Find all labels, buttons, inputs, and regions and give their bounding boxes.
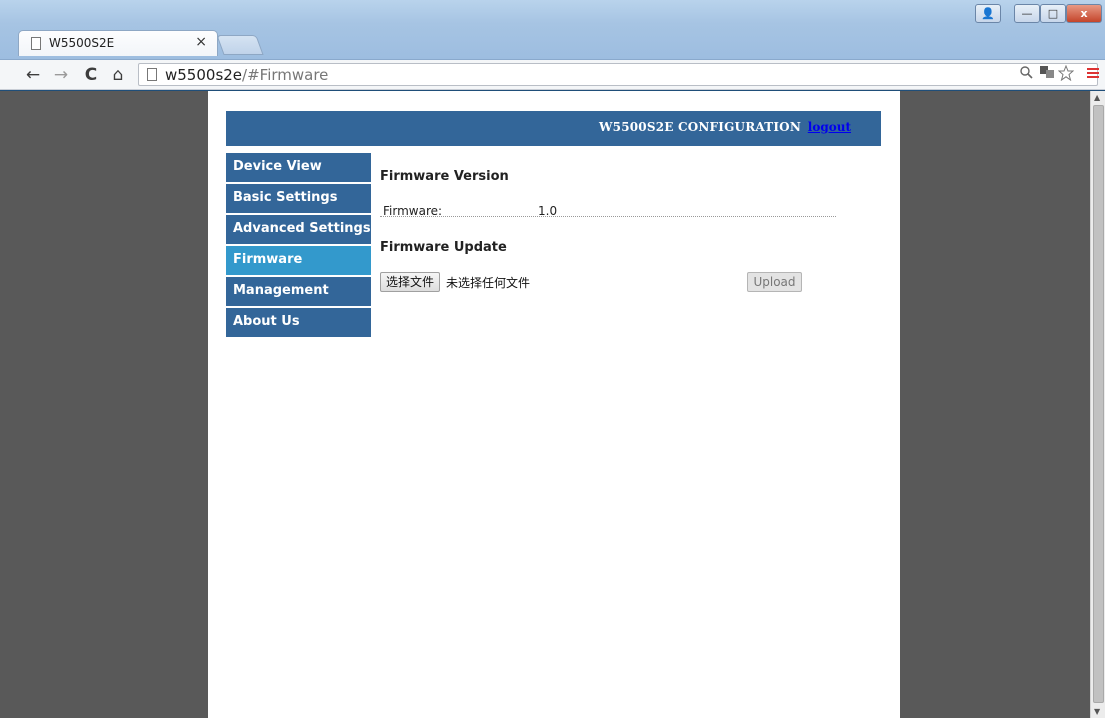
upload-button[interactable]: Upload	[747, 272, 802, 292]
file-status-text: 未选择任何文件	[446, 276, 531, 290]
sidebar-item-device-view[interactable]: Device View	[226, 153, 371, 182]
firmware-label: Firmware:	[383, 204, 443, 218]
url-text[interactable]: w5500s2e/#Firmware	[165, 66, 328, 84]
firmware-update-heading: Firmware Update	[380, 240, 507, 255]
scroll-up-icon[interactable]: ▲	[1094, 93, 1100, 102]
firmware-version-heading: Firmware Version	[380, 169, 509, 184]
back-icon[interactable]: ←	[22, 64, 44, 86]
firmware-info-row: Firmware: 1.0	[380, 202, 836, 218]
sidebar-item-management[interactable]: Management	[226, 277, 371, 306]
star-icon[interactable]	[1057, 64, 1075, 85]
home-icon[interactable]: ⌂	[107, 64, 129, 86]
page-icon	[147, 68, 157, 81]
url-host: w5500s2e	[165, 66, 243, 84]
sidebar-item-advanced-settings[interactable]: Advanced Settings	[226, 215, 371, 244]
forward-icon[interactable]: →	[50, 64, 72, 86]
menu-icon[interactable]	[1087, 65, 1099, 84]
vertical-scrollbar[interactable]: ▲ ▼	[1090, 91, 1105, 718]
tab-title: W5500S2E	[49, 36, 115, 50]
choose-file-button[interactable]: 选择文件	[380, 272, 441, 292]
close-button[interactable]: x	[1066, 4, 1102, 23]
browser-toolbar: ← → C ⌂ w5500s2e/#Firmware	[0, 60, 1105, 90]
url-path: /#Firmware	[242, 66, 329, 84]
scrollbar-thumb[interactable]	[1093, 105, 1104, 703]
maximize-button[interactable]: □	[1040, 4, 1066, 23]
translate-icon[interactable]	[1039, 65, 1055, 83]
browser-titlebar: W5500S2E × 👤 — □ x	[0, 0, 1105, 60]
tab-close-icon[interactable]: ×	[195, 34, 207, 50]
logout-link[interactable]: logout	[808, 120, 851, 134]
new-tab-button[interactable]	[216, 35, 264, 55]
page-title: W5500S2E CONFIGURATION	[598, 120, 801, 134]
sidebar-item-about-us[interactable]: About Us	[226, 308, 371, 337]
browser-tab[interactable]: W5500S2E ×	[18, 30, 218, 56]
minimize-button[interactable]: —	[1014, 4, 1040, 23]
sidebar-item-basic-settings[interactable]: Basic Settings	[226, 184, 371, 213]
sidebar-nav: Device View Basic Settings Advanced Sett…	[226, 153, 371, 339]
scroll-down-icon[interactable]: ▼	[1094, 707, 1100, 716]
page-panel: W5500S2E CONFIGURATION logout Device Vie…	[208, 91, 900, 718]
app-header: W5500S2E CONFIGURATION logout	[226, 111, 881, 146]
page-viewport: W5500S2E CONFIGURATION logout Device Vie…	[0, 91, 1090, 718]
reload-icon[interactable]: C	[80, 64, 102, 86]
address-bar[interactable]: w5500s2e/#Firmware	[138, 63, 1099, 86]
sidebar-item-firmware[interactable]: Firmware	[226, 246, 371, 275]
zoom-icon[interactable]	[1019, 65, 1033, 83]
user-icon[interactable]: 👤	[975, 4, 1001, 23]
page-icon	[31, 37, 41, 50]
firmware-value: 1.0	[538, 204, 558, 218]
